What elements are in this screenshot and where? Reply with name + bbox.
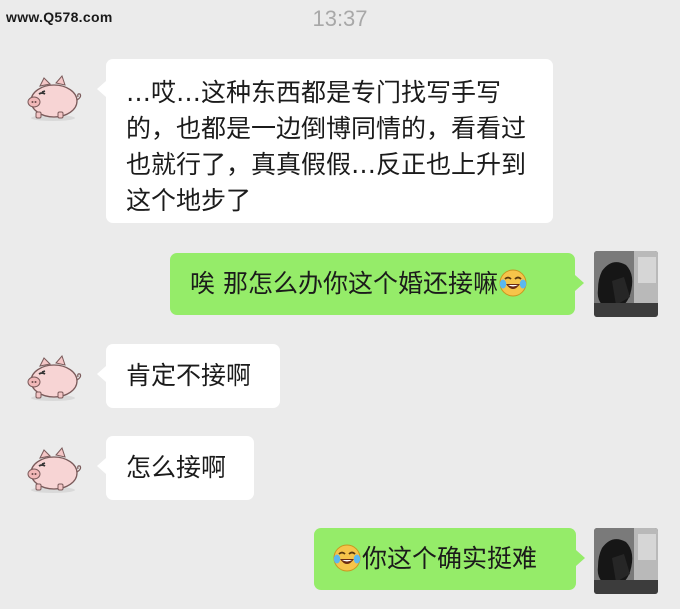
- laughing-crying-emoji-icon: [332, 543, 362, 573]
- message-text: 唉 那怎么办你这个婚还接嘛: [190, 269, 498, 298]
- pig-avatar[interactable]: [22, 68, 84, 130]
- message-text: 怎么接啊: [126, 453, 227, 482]
- message-bubble[interactable]: 唉 那怎么办你这个婚还接嘛: [170, 253, 584, 315]
- message-bubble[interactable]: …哎…这种东西都是专门找写手写的，也都是一边倒博同情的，看看过也就行了，真真假假…: [97, 59, 553, 223]
- message-text: 肯定不接啊: [126, 361, 252, 390]
- message-text: 你这个确实挺难: [362, 544, 538, 573]
- laughing-crying-emoji-icon: [498, 268, 528, 298]
- pig-avatar[interactable]: [22, 348, 84, 410]
- message-bubble[interactable]: 怎么接啊: [97, 436, 254, 500]
- message-bubble[interactable]: 你这个确实挺难: [314, 528, 585, 590]
- timestamp: 13:37: [312, 6, 368, 31]
- message-text: …哎…这种东西都是专门找写手写的，也都是一边倒博同情的，看看过也就行了，真真假假…: [126, 78, 527, 215]
- self-avatar-photo[interactable]: [594, 251, 658, 317]
- self-avatar-photo[interactable]: [594, 528, 658, 594]
- pig-avatar[interactable]: [22, 440, 84, 502]
- message-bubble[interactable]: 肯定不接啊: [97, 344, 280, 408]
